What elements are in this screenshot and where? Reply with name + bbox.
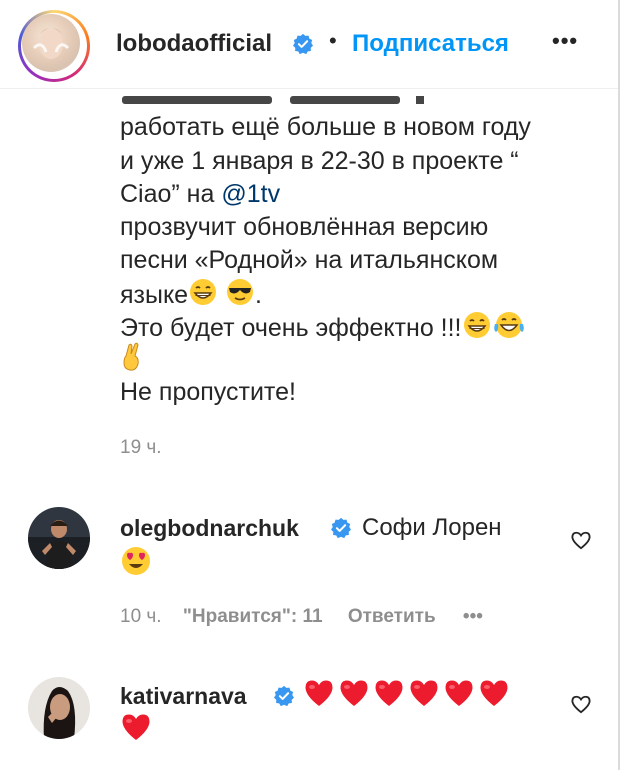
more-options-icon[interactable]: ••• [552,28,578,54]
caption-timestamp[interactable]: 19 ч. [120,437,162,459]
post-author-username[interactable]: lobodaofficial [116,30,272,58]
grinning-emoji [462,310,492,349]
comment-username[interactable]: olegbodnarchuk [120,515,299,542]
red-heart-emoji [478,678,510,715]
reply-button[interactable]: Ответить [348,606,436,627]
caption-line-5: песни «Родной» на итальянском [120,246,499,274]
commenter-avatar[interactable] [28,677,90,739]
caption-line-7: Это будет очень эффектно !!! [120,310,526,349]
verified-badge-icon [330,517,352,544]
heart-outline-icon[interactable] [570,694,592,714]
heart-outline-icon[interactable] [570,530,592,550]
more-options-icon[interactable]: ••• [463,606,483,627]
comment-text: Софи Лорен [362,514,502,541]
caption-clipped-line [120,82,540,104]
commenter-avatar[interactable] [28,507,90,569]
caption-line-2: и уже 1 января в 22-30 в проекте “ [120,147,519,175]
mention-link[interactable]: @1tv [221,180,280,208]
red-heart-emoji [303,678,335,715]
caption-line-3: Ciao” на @1tv [120,178,280,211]
comment-username[interactable]: kativarnava [120,683,247,710]
red-heart-emoji [373,678,405,715]
caption-line-3-text: Ciao” на [120,180,222,208]
comment-hearts [303,678,513,715]
caption-line-6-text: языке [120,281,189,309]
comment-likes[interactable]: "Нравится": 11 [183,606,323,627]
red-heart-emoji [443,678,475,715]
caption-period: . [255,281,262,309]
caption-line-1: работать ещё больше в новом году [120,113,531,141]
verified-badge-icon [273,685,295,712]
header-separator: • [329,28,337,53]
tears-of-joy-emoji [492,310,526,349]
red-heart-emoji [338,678,370,715]
caption-line-4: прозвучит обновлённая версию [120,213,489,241]
profile-avatar[interactable] [18,10,90,82]
comment-hearts [120,712,155,749]
post-header: lobodaofficial • Подписаться ••• [0,0,618,89]
heart-eyes-emoji [120,545,152,582]
comment-time[interactable]: 10 ч. [120,606,162,627]
comment-meta: 10 ч. "Нравится": 11 Ответить ••• [120,606,483,628]
verified-badge-icon [292,33,314,60]
red-heart-emoji [408,678,440,715]
caption-line-7-text: Это будет очень эффектно !!! [120,314,462,342]
follow-button[interactable]: Подписаться [352,30,509,58]
red-heart-emoji [120,712,152,749]
caption-line-9: Не пропустите! [120,378,296,406]
